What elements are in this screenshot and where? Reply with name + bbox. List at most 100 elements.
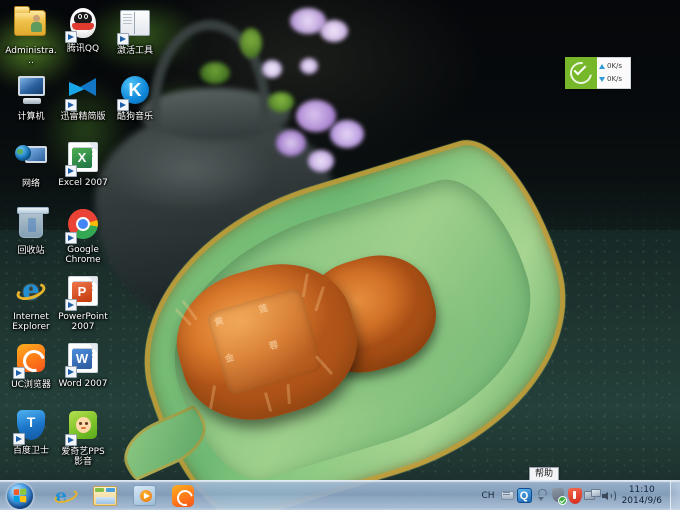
desktop-icon[interactable]: 网络 — [4, 140, 58, 189]
network-connection-icon[interactable] — [583, 485, 601, 507]
desktop-icon-label: 百度卫士 — [12, 446, 49, 456]
show-desktop-button[interactable] — [670, 480, 680, 510]
taskbar-button-uc[interactable] — [165, 483, 201, 509]
ie-e-glyph: e — [14, 276, 48, 306]
desktop-icon-label: 计算机 — [17, 112, 45, 122]
recycle-bin-icon — [14, 207, 49, 244]
desktop-icon[interactable]: P PowerPoint 2007 — [56, 274, 110, 332]
net-speed-status-button[interactable] — [565, 57, 597, 89]
windows-flag-glyph — [13, 487, 28, 503]
desktop-icon[interactable]: X Excel 2007 — [56, 140, 110, 188]
net-speed-readout[interactable]: 0K/s 0K/s — [597, 57, 631, 89]
folder-glyph — [14, 6, 46, 36]
desktop-icon-label: 回收站 — [17, 246, 45, 256]
user-folder-icon — [14, 6, 48, 44]
desktop-icon-label: Internet Explorer — [12, 312, 50, 332]
clock-date: 2014/9/6 — [621, 495, 662, 506]
thunder-icon — [65, 76, 100, 111]
net-speed-widget[interactable]: 0K/s 0K/s — [565, 57, 631, 89]
internet-explorer-icon: e — [14, 276, 48, 310]
desktop-icon-label: Administra... — [5, 46, 57, 66]
desktop-icon-grid: Administra... 腾讯QQ 激活工具 计算机 迅雷精简版 K 酷狗音乐 网络 X Exc… — [0, 0, 170, 478]
desktop-icon[interactable]: K 酷狗音乐 — [108, 73, 162, 122]
show-hidden-icons-icon[interactable] — [533, 485, 550, 507]
network-globe-glyph — [15, 143, 47, 171]
shortcut-overlay-icon — [65, 366, 77, 378]
ime-indicator[interactable]: CH — [478, 491, 499, 501]
taskbar-clock[interactable]: 11:10 2014/9/6 — [618, 485, 668, 507]
desktop-icon-label: 迅雷精简版 — [60, 112, 106, 122]
ie-e-glyph: e — [52, 485, 80, 507]
system-tray: CH Q 11:10 2014/9/6 — [478, 481, 670, 510]
word-icon: W — [65, 343, 100, 378]
upload-speed-value: 0K/s — [607, 62, 623, 70]
desktop-icon[interactable]: 激活工具 — [108, 6, 162, 56]
desktop-icon-label: 网络 — [21, 179, 40, 189]
shortcut-overlay-icon — [13, 433, 25, 445]
mooncake-stamp-panel: 黄 金 莲 蓉 — [205, 286, 324, 397]
upload-speed-row: 0K/s — [599, 60, 628, 73]
taskbar-button-ie[interactable]: e — [48, 483, 84, 509]
kugou-music-icon: K — [117, 76, 152, 111]
start-button[interactable] — [2, 482, 38, 510]
desktop-icon[interactable]: Google Chrome — [56, 207, 110, 265]
shortcut-overlay-icon — [13, 367, 25, 379]
antivirus-shield-icon[interactable] — [567, 485, 584, 507]
desktop-icon[interactable]: e Internet Explorer — [4, 274, 58, 333]
shortcut-overlay-icon — [65, 31, 77, 43]
shortcut-overlay-icon — [65, 165, 77, 177]
security-guard-icon[interactable] — [550, 485, 567, 507]
network-icon — [14, 143, 48, 177]
pps-player-icon — [65, 411, 100, 446]
desktop-icon[interactable]: UC浏览器 — [4, 341, 58, 390]
open-folder-icon — [117, 10, 152, 45]
windows-start-orb-icon — [7, 482, 33, 509]
volume-icon[interactable] — [601, 485, 618, 507]
desktop-icon[interactable]: 回收站 — [4, 207, 58, 256]
shortcut-overlay-icon — [65, 299, 77, 311]
desktop-icon[interactable]: 爱奇艺PPS 影音 — [56, 408, 110, 467]
uc-squirrel-glyph — [172, 484, 194, 507]
keyboard-icon[interactable] — [499, 485, 516, 507]
taskbar-button-wmp[interactable] — [126, 483, 162, 509]
desktop-icon-label: Google Chrome — [65, 245, 101, 265]
desktop-icon[interactable]: Administra... — [4, 6, 58, 66]
powerpoint-icon: P — [65, 276, 100, 311]
desktop-icon-label: 酷狗音乐 — [116, 112, 153, 122]
shortcut-overlay-icon — [65, 434, 77, 446]
taskbar: e CH Q 11:10 2014/9/6 — [0, 480, 680, 510]
media-player-glyph — [132, 485, 156, 506]
uc-browser-icon — [13, 344, 48, 379]
desktop-icon-label: 腾讯QQ — [66, 44, 100, 54]
chrome-icon — [65, 209, 100, 244]
arrow-up-icon — [599, 64, 605, 69]
baidu-guard-icon — [13, 410, 48, 445]
computer-icon — [14, 76, 48, 110]
shortcut-overlay-icon — [65, 99, 77, 111]
recycle-bin-glyph — [17, 207, 49, 238]
download-speed-row: 0K/s — [599, 73, 628, 86]
desktop-icon-label: 激活工具 — [116, 46, 153, 56]
desktop-icon[interactable]: W Word 2007 — [56, 341, 110, 389]
taskbar-quick-launch: e — [48, 483, 201, 509]
desktop-icon[interactable]: 迅雷精简版 — [56, 73, 110, 122]
desktop-icon-label: PowerPoint 2007 — [58, 312, 108, 332]
shortcut-overlay-icon — [117, 33, 129, 45]
download-speed-value: 0K/s — [607, 75, 623, 83]
desktop-icon[interactable]: 计算机 — [4, 73, 58, 122]
monitor-glyph — [15, 76, 47, 104]
desktop-icon-label: Word 2007 — [58, 379, 108, 389]
desktop-icon-label: Excel 2007 — [58, 178, 108, 188]
shortcut-overlay-icon — [65, 232, 77, 244]
explorer-folder-glyph — [93, 485, 117, 506]
qq-penguin-icon — [65, 8, 100, 43]
desktop-icon-label: 爱奇艺PPS 影音 — [61, 447, 105, 467]
excel-icon: X — [65, 142, 100, 177]
qq-tray-icon[interactable]: Q — [516, 485, 533, 507]
desktop-icon[interactable]: 百度卫士 — [4, 408, 58, 456]
arrow-down-icon — [599, 77, 605, 82]
desktop-icon-label: UC浏览器 — [11, 380, 51, 390]
desktop-icon[interactable]: 腾讯QQ — [56, 6, 110, 54]
clock-time: 11:10 — [628, 484, 655, 495]
taskbar-button-explorer[interactable] — [87, 483, 123, 509]
